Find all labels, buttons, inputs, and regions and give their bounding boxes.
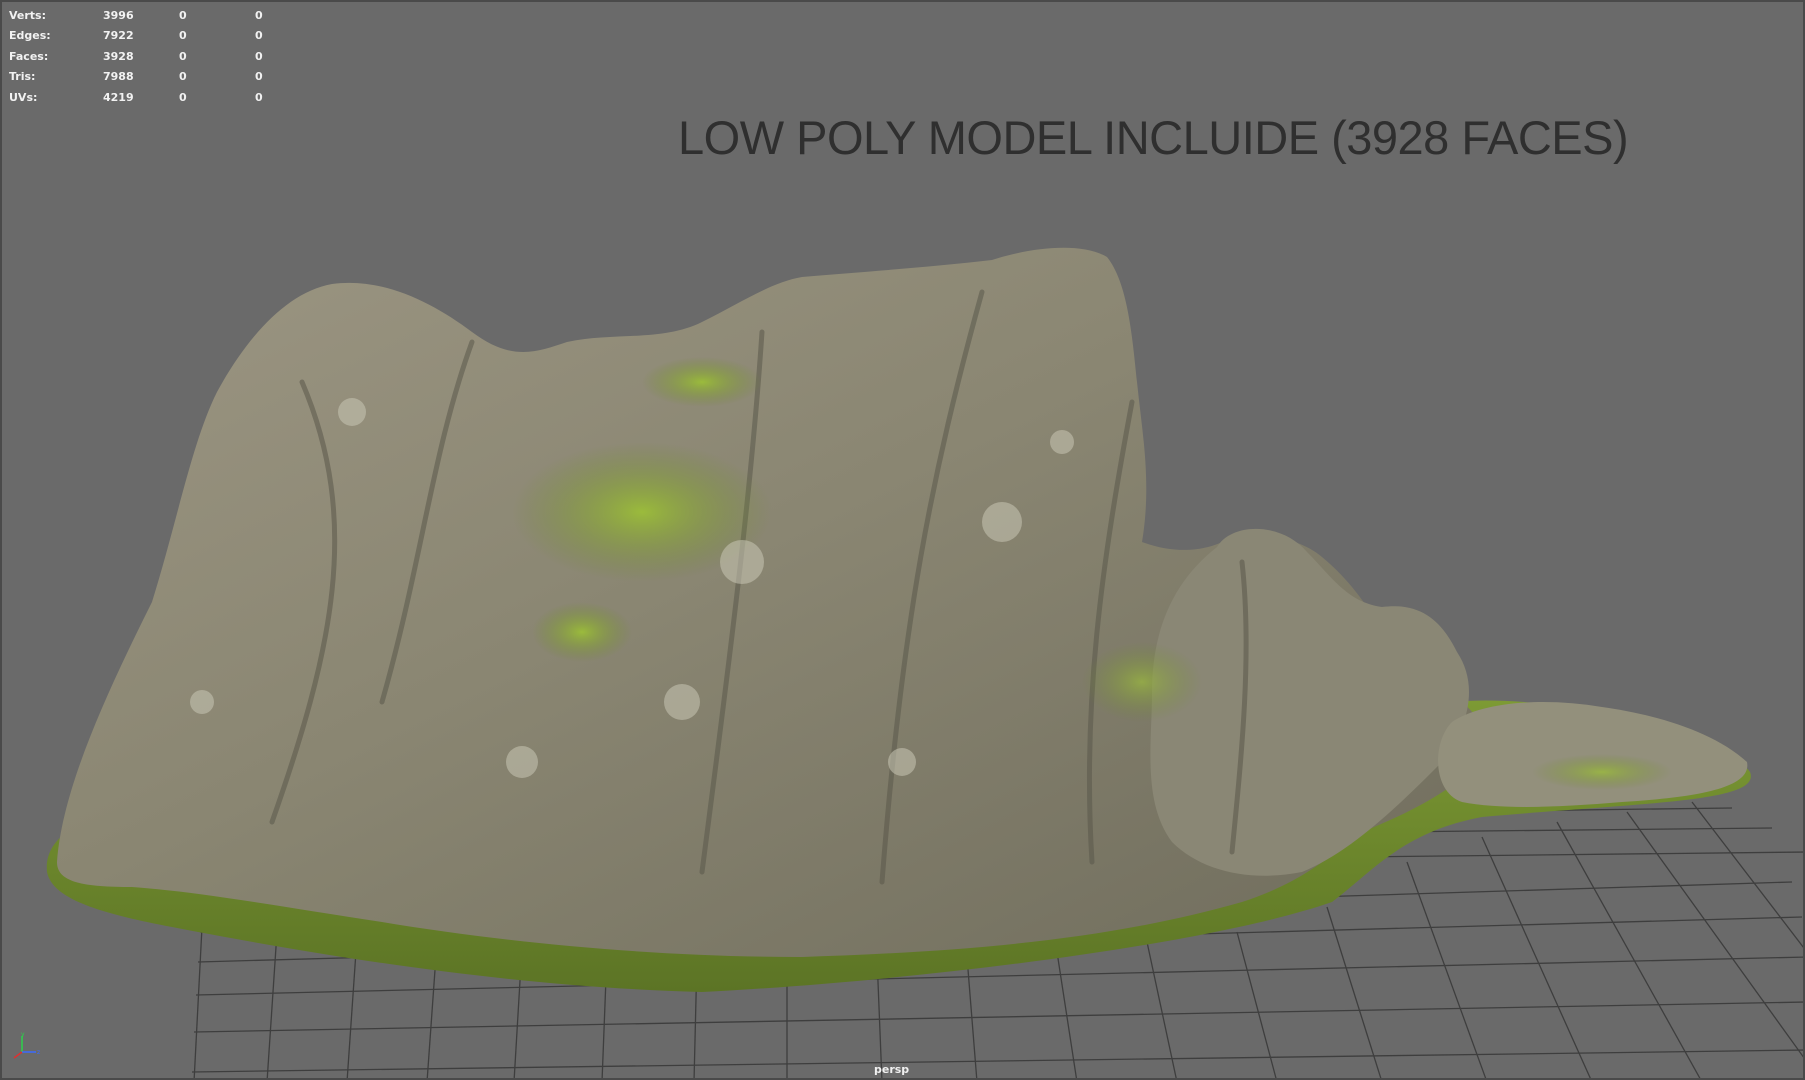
hud-value: 3928: [103, 49, 134, 63]
hud-selected: 0: [179, 49, 187, 63]
moss-patch: [532, 602, 632, 662]
hud-label: Faces:: [9, 49, 49, 63]
camera-label: persp: [874, 1063, 910, 1076]
hud-row-uvs: UVs: 4219 0 0: [9, 88, 285, 108]
svg-text:z: z: [37, 1049, 40, 1056]
hud-value: 7922: [103, 29, 134, 43]
moss-patch: [642, 357, 762, 407]
hud-value: 7988: [103, 70, 134, 84]
hud-row-tris: Tris: 7988 0 0: [9, 67, 285, 87]
overlay-title: LOW POLY MODEL INCLUIDE (3928 FACES): [678, 111, 1629, 164]
poly-count-hud: Verts: 3996 0 0 Edges: 7922 0 0 Faces: 3…: [9, 6, 285, 108]
hud-label: Tris:: [9, 70, 36, 84]
moss-patch: [1532, 754, 1672, 790]
hud-row-verts: Verts: 3996 0 0: [9, 6, 285, 26]
hud-selected-uv: 0: [255, 90, 263, 104]
hud-row-edges: Edges: 7922 0 0: [9, 26, 285, 46]
hud-selected: 0: [179, 90, 187, 104]
hud-selected-uv: 0: [255, 49, 263, 63]
hud-selected-uv: 0: [255, 9, 263, 22]
hud-selected: 0: [179, 70, 187, 84]
svg-text:y: y: [21, 1031, 25, 1038]
hud-row-faces: Faces: 3928 0 0: [9, 47, 285, 67]
hud-label: Verts:: [9, 9, 47, 22]
moss-patch: [1082, 642, 1202, 722]
maya-viewport[interactable]: Verts: 3996 0 0 Edges: 7922 0 0 Faces: 3…: [0, 0, 1805, 1080]
hud-selected-uv: 0: [255, 70, 263, 84]
hud-selected-uv: 0: [255, 29, 263, 43]
axis-gizmo-icon: y z: [13, 1031, 40, 1059]
hud-selected: 0: [179, 9, 187, 22]
hud-value: 3996: [103, 9, 134, 22]
hud-selected: 0: [179, 29, 187, 43]
hud-label: Edges:: [9, 29, 51, 43]
hud-label: UVs:: [9, 90, 38, 104]
hud-value: 4219: [103, 90, 134, 104]
